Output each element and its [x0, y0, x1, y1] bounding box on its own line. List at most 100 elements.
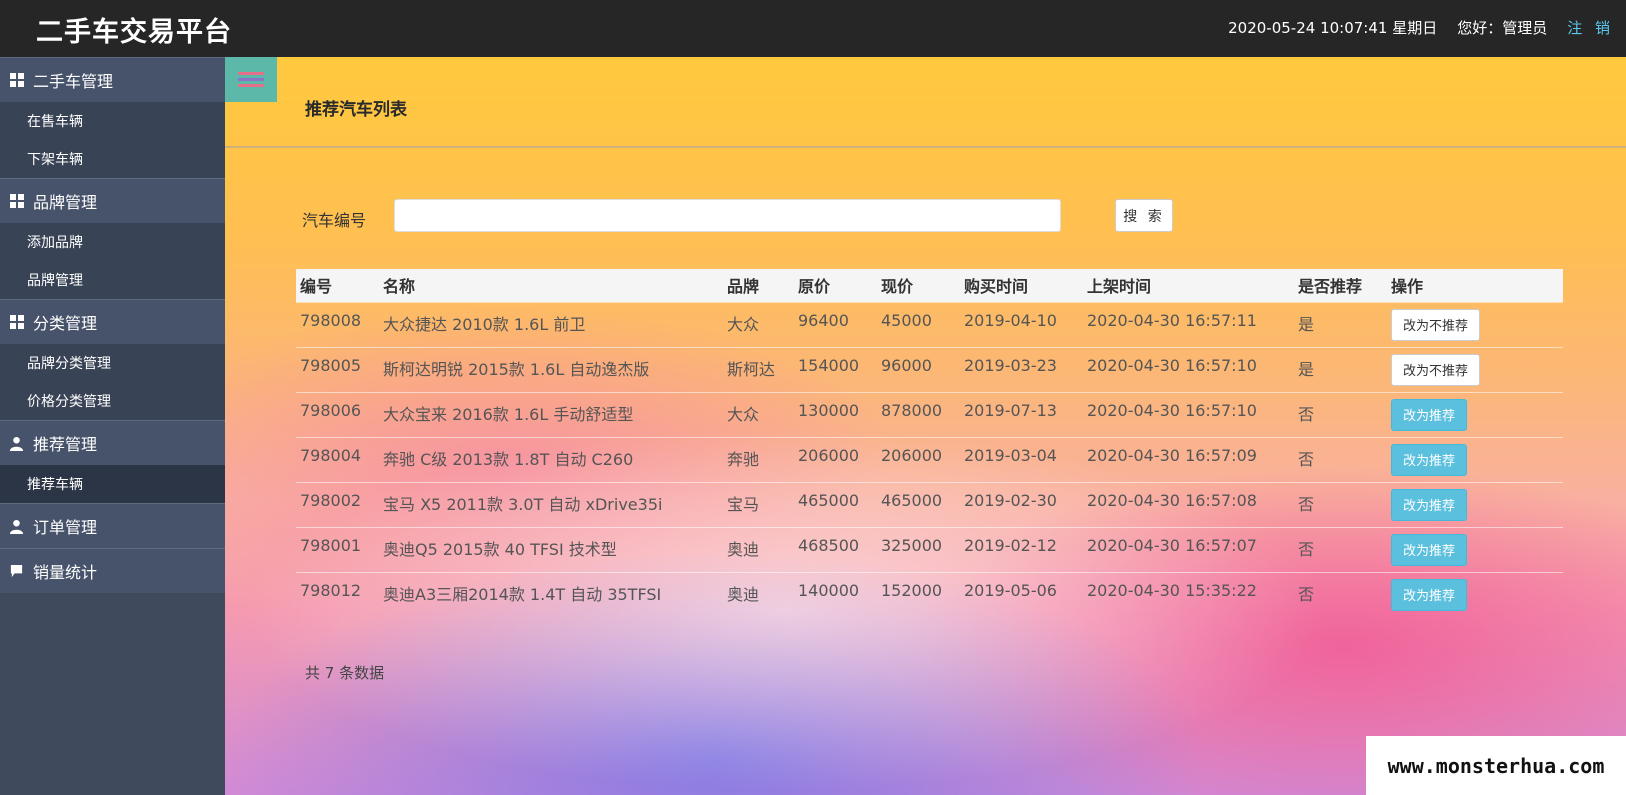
- menu-icon-line: [238, 84, 264, 87]
- cell-id: 798012: [300, 580, 362, 600]
- cell-rec: 否: [1298, 449, 1315, 469]
- cell-price: 325000: [881, 535, 943, 555]
- cell-listed: 2020-04-30 16:57:10: [1087, 400, 1257, 420]
- column-header: 品牌: [727, 277, 760, 297]
- cell-action: 改为推荐: [1387, 572, 1563, 617]
- table-row: 798001 奥迪Q5 2015款 40 TFSI 技术型 奥迪 468500 3250…: [296, 527, 1563, 572]
- cell-id: 798006: [300, 400, 362, 420]
- sidebar-group-3[interactable]: 推荐管理: [0, 420, 225, 465]
- cell-buy: 2019-03-04: [964, 445, 1057, 465]
- column-header: 上架时间: [1087, 277, 1152, 297]
- cell-name: 奥迪Q5 2015款 40 TFSI 技术型: [383, 539, 617, 559]
- sidebar-item[interactable]: 推荐车辆: [0, 465, 225, 503]
- search-button[interactable]: 搜 索: [1115, 199, 1173, 232]
- sidebar-item[interactable]: 在售车辆: [0, 102, 225, 140]
- cell-id: 798005: [300, 355, 362, 375]
- sidebar-group-4[interactable]: 订单管理: [0, 503, 225, 548]
- sidebar-group-label: 二手车管理: [33, 72, 114, 91]
- cell-name: 宝马 X5 2011款 3.0T 自动 xDrive35i: [383, 494, 663, 514]
- car-id-search-input[interactable]: [394, 199, 1061, 232]
- cell-price: 96000: [881, 355, 932, 375]
- cell-action: 改为推荐: [1387, 527, 1563, 572]
- cell-orig: 154000: [798, 355, 860, 375]
- recommend-button[interactable]: 改为推荐: [1391, 398, 1468, 431]
- table-header-row: 编号 名称 品牌 原价 现价 购买时间 上架时间 是否推荐 操作: [296, 269, 1563, 302]
- recommended-cars-table: 编号 名称 品牌 原价 现价 购买时间 上架时间 是否推荐 操作 798008 大众捷达 2010…: [296, 269, 1563, 617]
- cell-listed: 2020-04-30 16:57:10: [1087, 355, 1257, 375]
- cell-brand: 大众: [727, 404, 760, 424]
- cell-orig: 468500: [798, 535, 860, 555]
- sidebar-item[interactable]: 品牌分类管理: [0, 344, 225, 382]
- sidebar-group-2[interactable]: 分类管理: [0, 299, 225, 344]
- sidebar-toggle-button[interactable]: [225, 57, 277, 102]
- recommend-button[interactable]: 改为推荐: [1391, 488, 1468, 521]
- cell-action: 改为推荐: [1387, 437, 1563, 482]
- cell-orig: 465000: [798, 490, 860, 510]
- top-navbar: 二手车交易平台 2020-05-24 10:07:41 星期日 您好：管理员 注…: [0, 0, 1626, 57]
- table-row: 798005 斯柯达明锐 2015款 1.6L 自动逸杰版 斯柯达 154000 960…: [296, 347, 1563, 392]
- recommend-button[interactable]: 改为推荐: [1391, 533, 1468, 566]
- recommend-button[interactable]: 改为推荐: [1391, 578, 1468, 611]
- cell-action: 改为不推荐: [1387, 347, 1563, 392]
- column-header: 是否推荐: [1298, 277, 1363, 297]
- cell-id: 798004: [300, 445, 362, 465]
- grid-squares: [9, 194, 24, 208]
- watermark: www.monsterhua.com: [1366, 736, 1626, 795]
- header-user-area: 2020-05-24 10:07:41 星期日 您好：管理员 注 销: [1228, 17, 1614, 38]
- sidebar-group-label: 分类管理: [33, 314, 98, 333]
- cell-rec: 否: [1298, 494, 1315, 514]
- column-header: 现价: [881, 277, 914, 297]
- table-row: 798012 奥迪A3三厢2014款 1.4T 自动 35TFSI 奥迪 140000…: [296, 572, 1563, 617]
- cell-buy: 2019-02-12: [964, 535, 1057, 555]
- sidebar-group-label: 销量统计: [33, 563, 98, 582]
- cell-name: 斯柯达明锐 2015款 1.6L 自动逸杰版: [383, 359, 650, 379]
- column-header: 购买时间: [964, 277, 1029, 297]
- unrecommend-button[interactable]: 改为不推荐: [1391, 353, 1481, 386]
- cell-price: 152000: [881, 580, 943, 600]
- total-count: 共 7 条数据: [305, 664, 385, 682]
- cell-name: 奥迪A3三厢2014款 1.4T 自动 35TFSI: [383, 584, 662, 604]
- cell-price: 206000: [881, 445, 943, 465]
- unrecommend-button[interactable]: 改为不推荐: [1391, 308, 1481, 341]
- cell-listed: 2020-04-30 16:57:08: [1087, 490, 1257, 510]
- grid-icon: [8, 72, 25, 89]
- table-row: 798004 奔驰 C级 2013款 1.8T 自动 C260 奔驰 206000 20…: [296, 437, 1563, 482]
- cell-rec: 否: [1298, 584, 1315, 604]
- cell-orig: 206000: [798, 445, 860, 465]
- cell-buy: 2019-04-10: [964, 310, 1057, 330]
- cell-id: 798008: [300, 310, 362, 330]
- grid-icon: [8, 193, 25, 210]
- cell-brand: 宝马: [727, 494, 760, 514]
- cell-id: 798002: [300, 490, 362, 510]
- grid-squares: [9, 315, 24, 329]
- logout-link[interactable]: 注 销: [1567, 17, 1614, 38]
- cell-rec: 否: [1298, 539, 1315, 559]
- datetime-display: 2020-05-24 10:07:41 星期日: [1228, 19, 1438, 37]
- cell-brand: 奥迪: [727, 539, 760, 559]
- sidebar-group-5[interactable]: 销量统计: [0, 548, 225, 593]
- cell-buy: 2019-02-30: [964, 490, 1057, 510]
- grid-squares: [9, 73, 24, 87]
- sidebar-item[interactable]: 添加品牌: [0, 223, 225, 261]
- sidebar-group-1[interactable]: 品牌管理: [0, 178, 225, 223]
- cell-listed: 2020-04-30 16:57:07: [1087, 535, 1257, 555]
- recommend-button[interactable]: 改为推荐: [1391, 443, 1468, 476]
- title-divider: [225, 146, 1626, 148]
- cell-buy: 2019-07-13: [964, 400, 1057, 420]
- comment-icon: [8, 563, 25, 580]
- cell-brand: 奔驰: [727, 449, 760, 469]
- sidebar: 二手车管理 在售车辆 下架车辆 品牌管理 添加品牌 品牌管理 分类管理 品牌分类管理 价格分类管…: [0, 57, 225, 795]
- sidebar-item[interactable]: 价格分类管理: [0, 382, 225, 420]
- sidebar-item[interactable]: 下架车辆: [0, 140, 225, 178]
- sidebar-group-0[interactable]: 二手车管理: [0, 57, 225, 102]
- cell-buy: 2019-03-23: [964, 355, 1057, 375]
- cell-listed: 2020-04-30 16:57:09: [1087, 445, 1257, 465]
- cell-price: 45000: [881, 310, 932, 330]
- column-header: 操作: [1391, 277, 1424, 297]
- cell-listed: 2020-04-30 16:57:11: [1087, 310, 1257, 330]
- search-label: 汽车编号: [302, 211, 367, 230]
- greeting-text: 您好：管理员: [1457, 19, 1548, 37]
- cell-name: 奔驰 C级 2013款 1.8T 自动 C260: [383, 449, 634, 469]
- sidebar-item[interactable]: 品牌管理: [0, 261, 225, 299]
- cell-action: 改为不推荐: [1387, 302, 1563, 347]
